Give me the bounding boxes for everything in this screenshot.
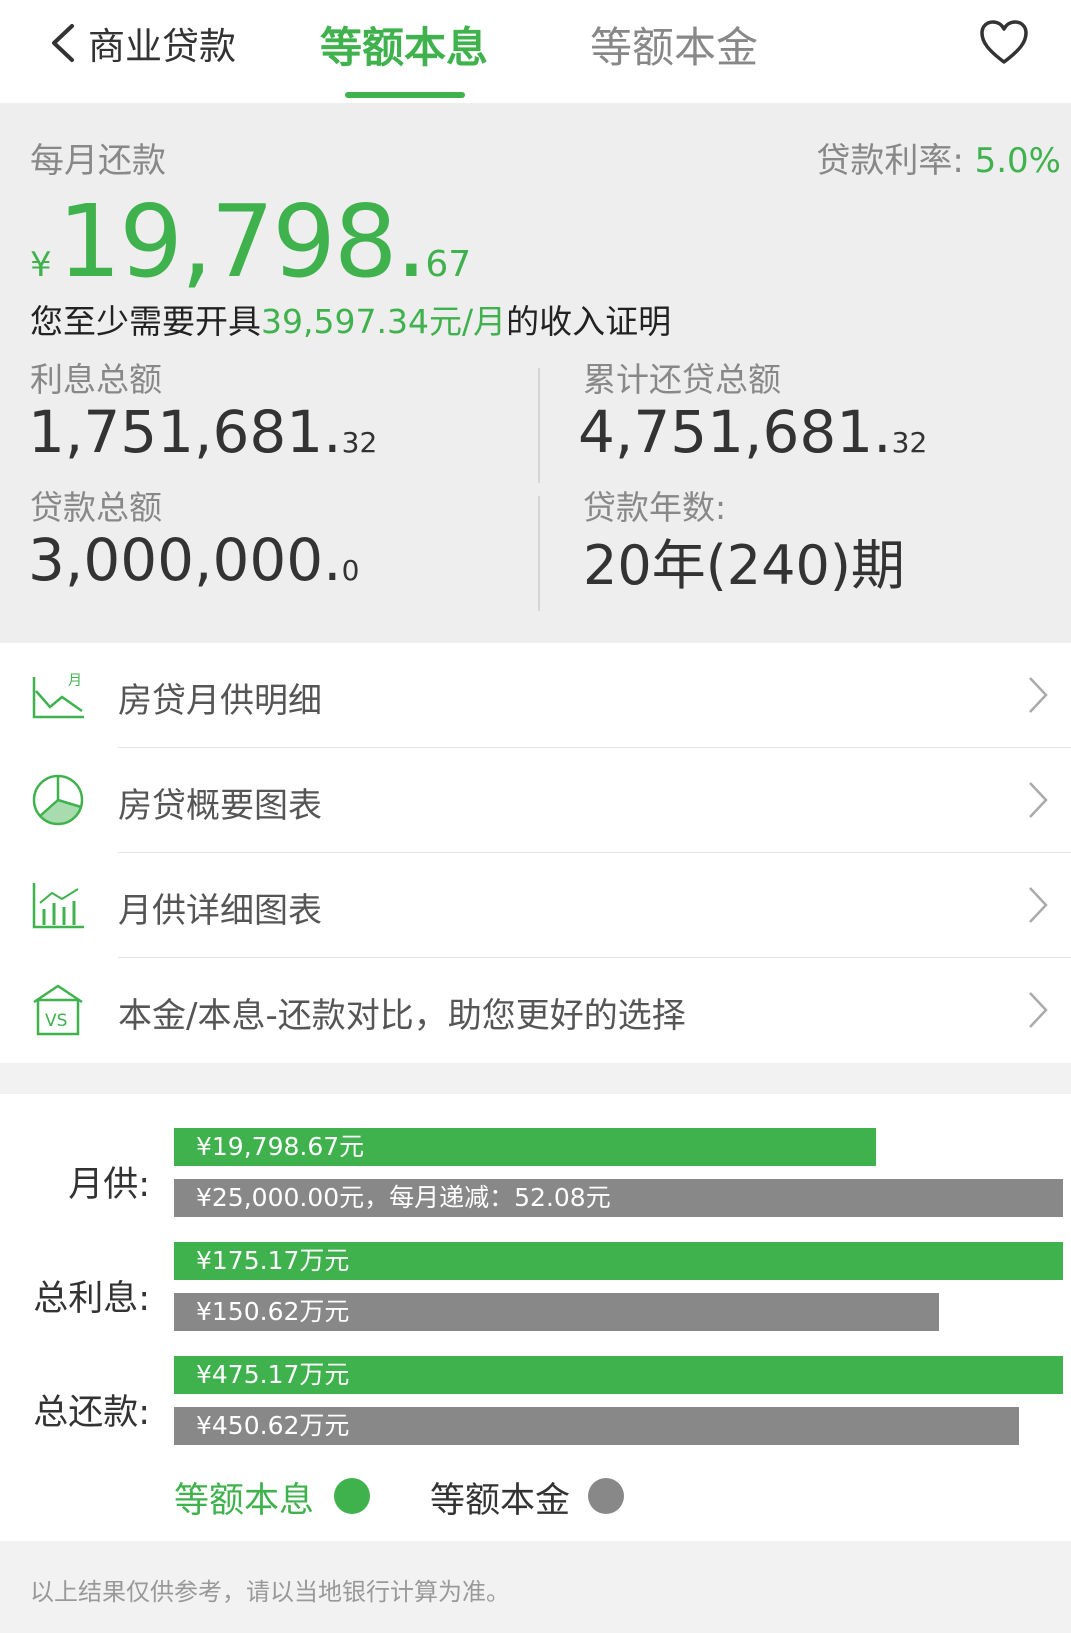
menu-label: 本金/本息-还款对比，助您更好的选择 — [118, 996, 686, 1036]
legend-label-equal-installment: 等额本息 — [174, 1481, 315, 1521]
bar-interest-equal-installment: ¥175.17万元 — [174, 1242, 1063, 1280]
chevron-right-icon — [1029, 782, 1048, 818]
pie-chart-icon — [32, 774, 84, 826]
total-repayment-integer: 4,751,681. — [578, 398, 892, 466]
menu-item-repayment-comparison[interactable]: VS 本金/本息-还款对比，助您更好的选择 — [0, 958, 1071, 1062]
row-label-total-repayment: 总还款: — [33, 1393, 150, 1433]
currency-symbol: ¥ — [30, 245, 52, 285]
back-label: 商业贷款 — [88, 25, 236, 68]
comparison-legend: 等额本息 等额本金 — [0, 1472, 1071, 1522]
loan-amount-label: 贷款总额 — [30, 488, 162, 527]
monthly-payment-amount: ¥19,798.67 — [30, 183, 471, 300]
menu-label: 房贷月供明细 — [118, 681, 322, 721]
loan-rate-value: 5.0% — [974, 141, 1061, 181]
monthly-payment-label: 每月还款 — [30, 141, 166, 181]
bar-monthly-equal-installment: ¥19,798.67元 — [174, 1128, 876, 1166]
disclaimer-note: 以上结果仅供参考，请以当地银行计算为准。 — [30, 1578, 510, 1606]
bar-interest-equal-principal: ¥150.62万元 — [174, 1293, 939, 1331]
total-interest-decimal: 32 — [341, 426, 378, 459]
total-interest-label: 利息总额 — [30, 360, 162, 399]
line-chart-icon: 月 — [32, 673, 84, 719]
menu-item-summary-chart[interactable]: 房贷概要图表 — [0, 748, 1071, 852]
monthly-payment-integer: 19,798. — [57, 183, 428, 300]
menu-label: 房贷概要图表 — [118, 786, 322, 826]
summary-panel: 每月还款 贷款利率: 5.0% ¥19,798.67 您至少需要开具39,597… — [0, 103, 1071, 643]
vs-house-icon: VS — [33, 984, 83, 1036]
menu-item-monthly-chart[interactable]: 月供详细图表 — [0, 853, 1071, 957]
loan-rate: 贷款利率: 5.0% — [816, 133, 1061, 182]
total-interest-value: 1,751,681.32 — [28, 398, 377, 466]
svg-text:VS: VS — [45, 1011, 67, 1031]
row-label-total-interest: 总利息: — [33, 1279, 150, 1319]
bar-repayment-equal-installment: ¥475.17万元 — [174, 1356, 1063, 1394]
loan-rate-label: 贷款利率: — [816, 141, 975, 181]
stat-divider — [538, 368, 540, 483]
total-repayment-decimal: 32 — [891, 426, 928, 459]
active-tab-indicator — [345, 92, 465, 98]
legend-label-equal-principal: 等额本金 — [430, 1481, 571, 1521]
legend-dot-equal-principal — [588, 1478, 624, 1514]
income-proof-line: 您至少需要开具39,597.34元/月的收入证明 — [30, 295, 671, 343]
chevron-right-icon — [1029, 992, 1048, 1028]
bar-repayment-equal-principal: ¥450.62万元 — [174, 1407, 1019, 1445]
tab-equal-installment[interactable]: 等额本息 — [320, 14, 488, 75]
bar-monthly-equal-principal: ¥25,000.00元，每月递减：52.08元 — [174, 1179, 1063, 1217]
loan-amount-integer: 3,000,000. — [28, 526, 342, 594]
heart-icon[interactable] — [978, 18, 1030, 68]
legend-dot-equal-installment — [334, 1478, 370, 1514]
detail-menu: 月 房贷月供明细 房贷概要图表 月供详细图表 VS 本金/本息-还款对比，助您更… — [0, 643, 1071, 1063]
loan-amount-value: 3,000,000.0 — [28, 526, 359, 594]
monthly-payment-decimal: 67 — [425, 244, 472, 285]
total-repayment-label: 累计还贷总额 — [583, 360, 781, 399]
chevron-right-icon — [1029, 677, 1048, 713]
chevron-right-icon — [1029, 887, 1048, 923]
income-suffix: 的收入证明 — [506, 302, 672, 341]
chevron-left-icon — [52, 24, 74, 62]
menu-item-monthly-details[interactable]: 月 房贷月供明细 — [0, 643, 1071, 747]
row-label-monthly: 月供: — [68, 1165, 150, 1205]
menu-label: 月供详细图表 — [118, 891, 322, 931]
total-interest-integer: 1,751,681. — [28, 398, 342, 466]
total-repayment-value: 4,751,681.32 — [578, 398, 927, 466]
income-value: 39,597.34元/月 — [261, 302, 507, 341]
stat-divider — [538, 496, 540, 611]
top-bar: 商业贷款 等额本息 等额本金 — [0, 0, 1071, 103]
income-prefix: 您至少需要开具 — [30, 302, 261, 341]
loan-amount-decimal: 0 — [341, 554, 360, 587]
loan-years-value: 20年(240)期 — [583, 534, 905, 597]
bar-chart-icon — [32, 883, 84, 929]
back-button[interactable]: 商业贷款 — [48, 18, 236, 68]
tab-equal-principal[interactable]: 等额本金 — [590, 14, 758, 75]
svg-text:月: 月 — [68, 673, 82, 689]
